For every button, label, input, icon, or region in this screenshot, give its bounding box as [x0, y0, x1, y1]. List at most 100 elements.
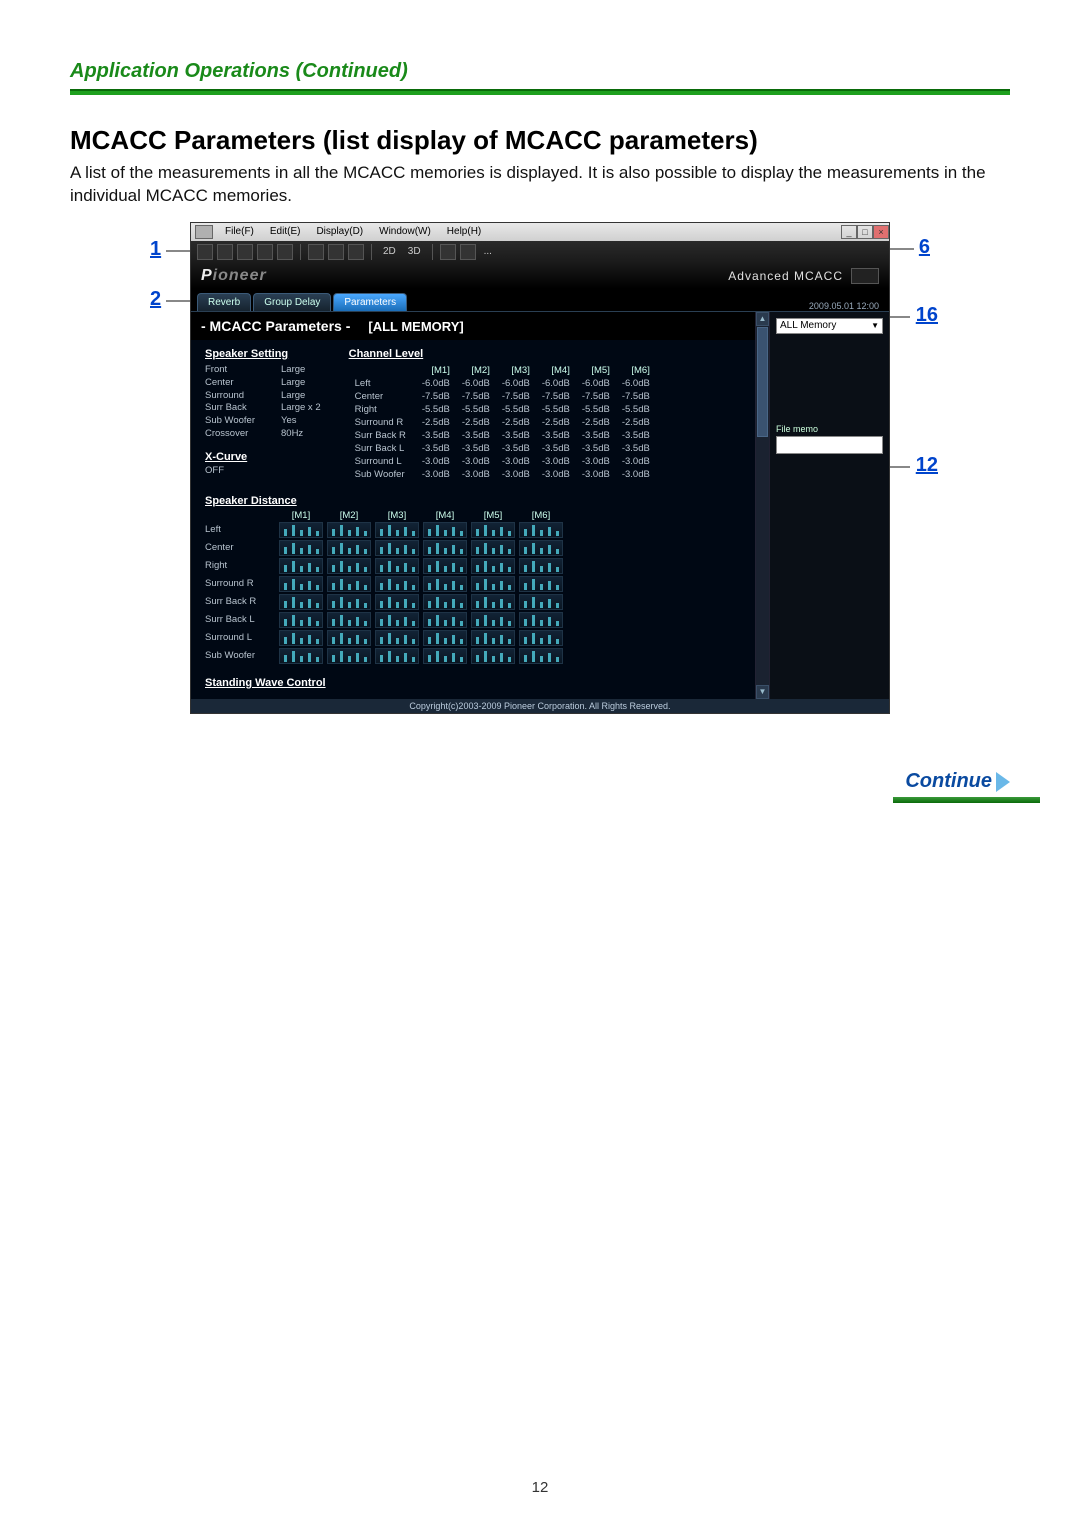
- setting-key: Surr Back: [205, 402, 267, 415]
- scrollbar-track[interactable]: [756, 438, 769, 685]
- speaker-distance-header: [M1][M2][M3][M4][M5][M6]: [205, 510, 741, 521]
- cell-value: -3.0dB: [536, 455, 576, 468]
- mcacc-badge-icon: [851, 268, 879, 284]
- print-icon[interactable]: [257, 244, 273, 260]
- row-label: Surround L: [349, 455, 416, 468]
- open-icon[interactable]: [197, 244, 213, 260]
- toolbar: 2D 3D ...: [191, 241, 889, 263]
- scroll-down-icon[interactable]: ▼: [756, 685, 769, 699]
- sd-row-label: Surround L: [205, 632, 277, 643]
- speaker-setting-row: Crossover80Hz: [205, 428, 321, 441]
- menu-help[interactable]: Help(H): [439, 226, 489, 237]
- menu-file[interactable]: File(F): [217, 226, 262, 237]
- cell-value: -3.0dB: [456, 468, 496, 481]
- row-label: Left: [349, 377, 416, 390]
- file-memo-label: File memo: [776, 424, 883, 434]
- channel-level-heading: Channel Level: [349, 348, 656, 360]
- speaker-distance-row: Left: [205, 521, 741, 539]
- scroll-up-icon[interactable]: ▲: [756, 312, 769, 326]
- continue-link[interactable]: Continue: [905, 770, 1010, 793]
- distance-mini-chart: [375, 594, 419, 610]
- row-label: Surr Back L: [349, 442, 416, 455]
- cell-value: -5.5dB: [456, 403, 496, 416]
- menu-edit[interactable]: Edit(E): [262, 226, 309, 237]
- receive-icon[interactable]: [440, 244, 456, 260]
- memory-select[interactable]: ALL Memory ▼: [776, 318, 883, 334]
- cell-value: -2.5dB: [616, 416, 656, 429]
- toolbar-more[interactable]: ...: [480, 246, 496, 257]
- sd-row-label: Surr Back R: [205, 596, 277, 607]
- callout-2: 2: [150, 288, 161, 311]
- cell-value: -6.0dB: [576, 377, 616, 390]
- cell-value: -3.0dB: [536, 468, 576, 481]
- table-row: Sub Woofer-3.0dB-3.0dB-3.0dB-3.0dB-3.0dB…: [349, 468, 656, 481]
- tab-reverb[interactable]: Reverb: [197, 293, 251, 311]
- distance-mini-chart: [327, 558, 371, 574]
- paste-icon[interactable]: [348, 244, 364, 260]
- x-curve-label: X-Curve: [205, 451, 321, 463]
- distance-mini-chart: [279, 558, 323, 574]
- table-row: Left-6.0dB-6.0dB-6.0dB-6.0dB-6.0dB-6.0dB: [349, 377, 656, 390]
- distance-mini-chart: [471, 540, 515, 556]
- distance-mini-chart: [519, 648, 563, 664]
- cut-icon[interactable]: [308, 244, 324, 260]
- menu-display[interactable]: Display(D): [308, 226, 371, 237]
- maximize-button[interactable]: □: [857, 225, 873, 239]
- distance-mini-chart: [375, 576, 419, 592]
- setting-value: Large: [281, 364, 305, 377]
- distance-mini-chart: [519, 576, 563, 592]
- speaker-setting-row: FrontLarge: [205, 364, 321, 377]
- sd-row-label: Sub Woofer: [205, 650, 277, 661]
- toolbar-2d-label[interactable]: 2D: [379, 246, 400, 257]
- tab-group-delay[interactable]: Group Delay: [253, 293, 331, 311]
- cell-value: -6.0dB: [616, 377, 656, 390]
- file-memo-input[interactable]: [776, 436, 883, 454]
- cell-value: -3.5dB: [416, 442, 456, 455]
- distance-mini-chart: [471, 576, 515, 592]
- speaker-setting-block: Speaker Setting FrontLargeCenterLargeSur…: [205, 348, 321, 481]
- distance-mini-chart: [519, 612, 563, 628]
- graph-icon[interactable]: [237, 244, 253, 260]
- cell-value: -2.5dB: [456, 416, 496, 429]
- sd-col: [M3]: [373, 510, 421, 521]
- distance-mini-chart: [327, 648, 371, 664]
- sd-row-label: Surr Back L: [205, 614, 277, 625]
- side-pane: ALL Memory ▼ File memo: [769, 312, 889, 699]
- distance-mini-chart: [375, 630, 419, 646]
- chevron-down-icon: ▼: [871, 321, 879, 330]
- speaker-setting-row: CenterLarge: [205, 377, 321, 390]
- copy-icon[interactable]: [328, 244, 344, 260]
- toolbar-3d-label[interactable]: 3D: [404, 246, 425, 257]
- cell-value: -5.5dB: [416, 403, 456, 416]
- tab-parameters[interactable]: Parameters: [333, 293, 407, 311]
- preview-icon[interactable]: [277, 244, 293, 260]
- main-pane: - MCACC Parameters - [ALL MEMORY] Speake…: [191, 312, 755, 699]
- speaker-setting-row: Sub WooferYes: [205, 415, 321, 428]
- channel-level-table: [M1][M2][M3][M4][M5][M6]Left-6.0dB-6.0dB…: [349, 364, 656, 481]
- distance-mini-chart: [519, 630, 563, 646]
- cell-value: -3.5dB: [536, 442, 576, 455]
- row-label: Sub Woofer: [349, 468, 416, 481]
- cell-value: -5.5dB: [536, 403, 576, 416]
- save-icon[interactable]: [217, 244, 233, 260]
- speaker-distance-row: Surr Back L: [205, 611, 741, 629]
- distance-mini-chart: [471, 522, 515, 538]
- distance-mini-chart: [375, 612, 419, 628]
- menu-window[interactable]: Window(W): [371, 226, 439, 237]
- distance-mini-chart: [279, 612, 323, 628]
- page-title: MCACC Parameters (list display of MCACC …: [70, 125, 1010, 156]
- distance-mini-chart: [471, 648, 515, 664]
- scrollbar-thumb[interactable]: [757, 327, 768, 437]
- distance-mini-chart: [279, 522, 323, 538]
- cell-value: -3.0dB: [416, 468, 456, 481]
- cell-value: -3.5dB: [456, 429, 496, 442]
- cell-value: -7.5dB: [496, 390, 536, 403]
- sd-row-label: Left: [205, 524, 277, 535]
- cell-value: -3.5dB: [496, 429, 536, 442]
- setting-value: Yes: [281, 415, 297, 428]
- close-button[interactable]: ×: [873, 225, 889, 239]
- vertical-scrollbar[interactable]: ▲ ▼: [755, 312, 769, 699]
- window-icon[interactable]: [460, 244, 476, 260]
- cell-value: -3.0dB: [576, 455, 616, 468]
- minimize-button[interactable]: _: [841, 225, 857, 239]
